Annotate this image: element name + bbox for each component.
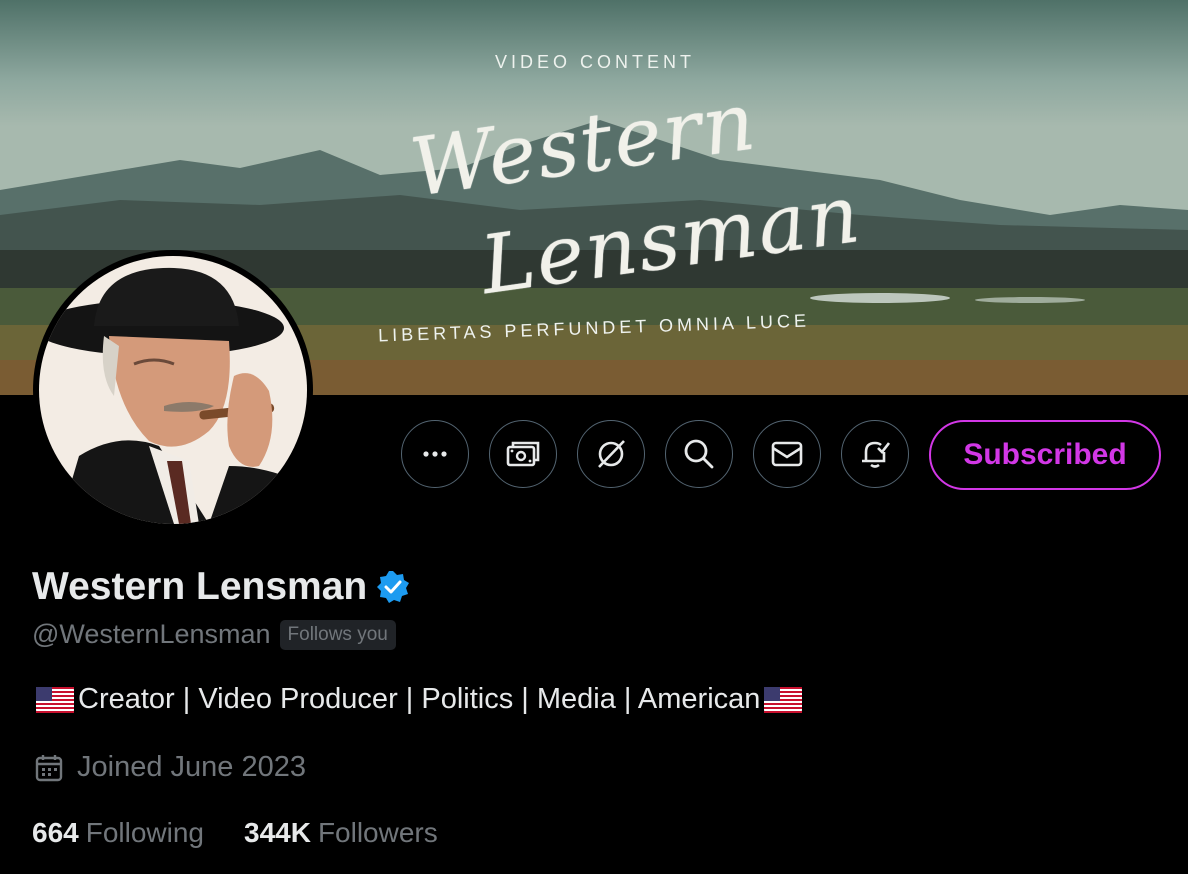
grok-icon bbox=[598, 440, 625, 468]
more-button[interactable] bbox=[401, 420, 469, 488]
followers-count: 344K bbox=[244, 817, 311, 848]
banner-subtitle: VIDEO CONTENT bbox=[495, 52, 696, 72]
display-name: Western Lensman bbox=[32, 565, 368, 608]
subscribed-button[interactable]: Subscribed bbox=[929, 420, 1161, 490]
envelope-icon bbox=[771, 441, 803, 467]
search-icon bbox=[684, 439, 714, 469]
followers-label: Followers bbox=[317, 817, 438, 848]
verified-badge-icon[interactable] bbox=[375, 569, 411, 605]
avatar-portrait bbox=[39, 256, 307, 524]
search-button[interactable] bbox=[665, 420, 733, 488]
bio: Creator | Video Producer | Politics | Me… bbox=[32, 683, 806, 716]
tip-button[interactable] bbox=[489, 420, 557, 488]
handle: @WesternLensman bbox=[32, 619, 271, 649]
avatar[interactable] bbox=[33, 250, 313, 530]
bio-text: Creator | Video Producer | Politics | Me… bbox=[78, 683, 761, 715]
us-flag-icon bbox=[36, 686, 74, 713]
joined-row: Joined June 2023 bbox=[34, 751, 306, 784]
money-icon bbox=[506, 441, 540, 467]
grok-button[interactable] bbox=[577, 420, 645, 488]
following-label: Following bbox=[85, 817, 204, 848]
us-flag-icon bbox=[764, 686, 803, 713]
following-link[interactable]: 664 Following bbox=[32, 817, 204, 849]
display-name-row: Western Lensman bbox=[32, 565, 411, 609]
handle-row: @WesternLensman Follows you bbox=[32, 619, 396, 650]
followers-link[interactable]: 344K Followers bbox=[244, 817, 438, 849]
bell-check-icon bbox=[862, 441, 891, 468]
follow-stats: 664 Following 344K Followers bbox=[32, 817, 478, 849]
joined-date: Joined June 2023 bbox=[77, 751, 306, 783]
message-button[interactable] bbox=[753, 420, 821, 488]
following-count: 664 bbox=[32, 817, 79, 848]
more-horizontal-icon bbox=[423, 451, 447, 457]
notify-button[interactable] bbox=[841, 420, 909, 488]
follows-you-badge: Follows you bbox=[279, 619, 396, 650]
calendar-icon bbox=[35, 754, 63, 781]
